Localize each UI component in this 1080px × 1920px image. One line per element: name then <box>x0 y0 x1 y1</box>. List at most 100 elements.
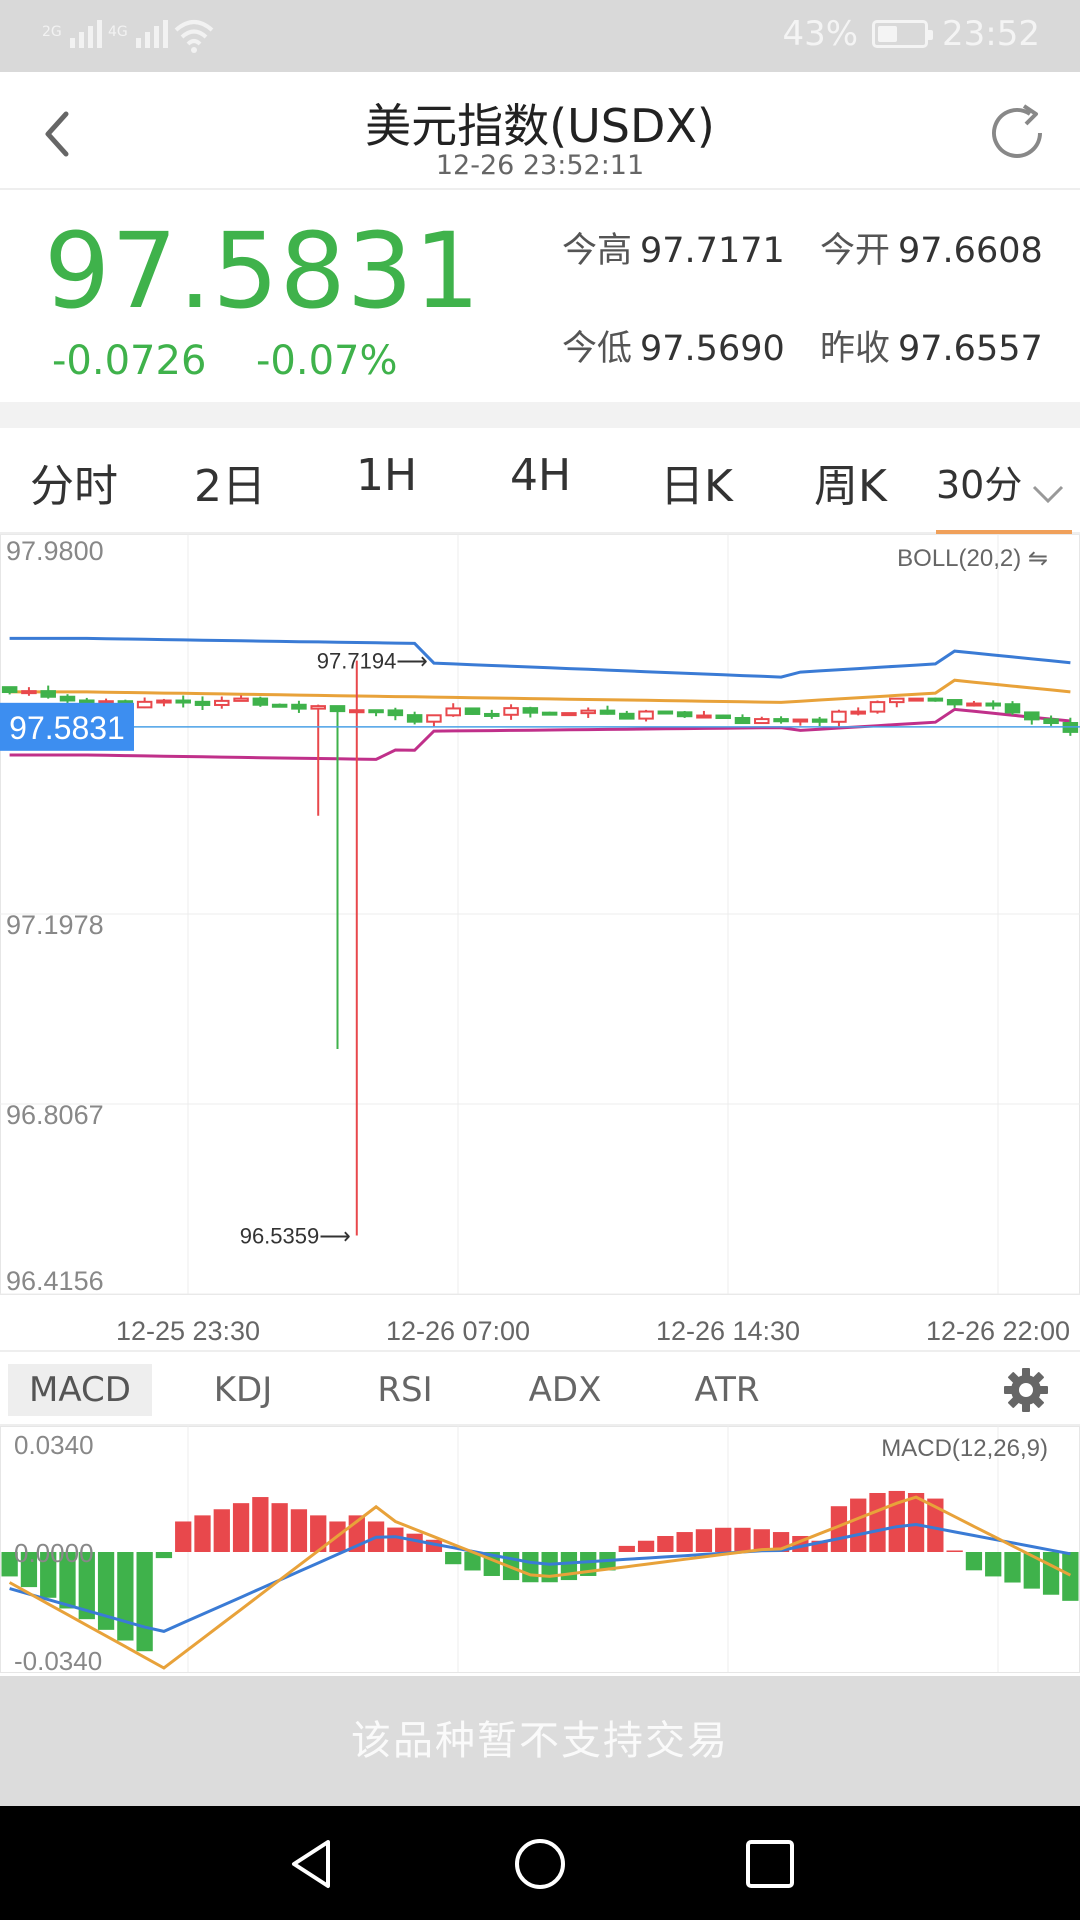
tab-1h[interactable]: 1H <box>356 450 417 501</box>
macd-bar <box>637 1540 655 1552</box>
tab-30min-dropdown[interactable]: 30分 <box>936 454 1072 534</box>
tab-kdj[interactable]: KDJ <box>178 1364 308 1416</box>
macd-bar <box>695 1529 713 1552</box>
candle-body <box>1024 711 1040 721</box>
candlestick-chart[interactable]: 97.5831 97.9800 97.1978 96.8067 96.4156 12-2… <box>0 534 1080 1354</box>
candle-body <box>21 690 37 695</box>
nav-recents-icon[interactable] <box>742 1836 798 1892</box>
candle-body <box>676 711 693 718</box>
stat-open: 今开 97.6608 <box>820 231 1043 271</box>
candle-body <box>869 701 886 713</box>
macd-bar <box>985 1552 1002 1577</box>
macd-bar <box>232 1503 250 1552</box>
candle-body <box>927 697 944 702</box>
y-axis-label: 96.8067 <box>6 1100 104 1130</box>
candle-body <box>792 718 809 723</box>
tab-fenshi[interactable]: 分时 <box>30 450 118 514</box>
candle-body <box>175 699 191 704</box>
chevron-down-icon <box>1033 485 1064 503</box>
trade-unavailable-banner: 该品种暂不支持交易 <box>0 1676 1080 1806</box>
candle-body <box>696 714 712 719</box>
candle-body <box>503 707 519 716</box>
current-price-tag-text: 97.5831 <box>9 710 125 746</box>
x-axis-label: 12-26 07:00 <box>386 1316 530 1346</box>
candle-body <box>831 710 847 723</box>
nav-back-icon[interactable] <box>284 1836 340 1892</box>
macd-bar <box>522 1552 539 1583</box>
nav-home-icon[interactable] <box>512 1836 568 1892</box>
tab-4h[interactable]: 4H <box>510 450 571 501</box>
candle-body <box>79 699 95 704</box>
candle-body <box>889 697 905 704</box>
candle-body <box>406 714 423 723</box>
tab-atr[interactable]: ATR <box>662 1364 792 1416</box>
candle-body <box>464 707 481 715</box>
macd-bar <box>869 1492 886 1552</box>
tab-macd[interactable]: MACD <box>8 1364 152 1416</box>
tab-weekly-k[interactable]: 周K <box>814 450 887 514</box>
clock: 23:52 <box>942 14 1040 54</box>
candle-body <box>811 718 828 723</box>
candle-body <box>541 711 558 716</box>
macd-bar <box>1042 1552 1060 1595</box>
signal-4g-icon: 4G <box>108 14 180 50</box>
candle-body <box>426 714 442 723</box>
macd-bar <box>1004 1552 1021 1583</box>
refresh-icon[interactable] <box>984 100 1050 166</box>
candle-body <box>387 709 404 717</box>
tab-adx[interactable]: ADX <box>500 1364 630 1416</box>
candle-body <box>946 699 963 706</box>
macd-bar <box>175 1521 192 1552</box>
macd-bar <box>271 1503 288 1552</box>
candle-body <box>291 703 307 710</box>
candle-body <box>310 705 326 710</box>
candle-body <box>1043 718 1059 725</box>
boll-lower-line <box>9 707 1071 761</box>
stat-low: 今低 97.5690 <box>562 329 785 369</box>
macd-bar <box>290 1509 308 1552</box>
candle-body <box>754 718 770 725</box>
x-axis-label: 12-26 22:00 <box>926 1316 1070 1346</box>
battery-percent: 43% <box>782 14 859 54</box>
gear-icon[interactable] <box>1000 1364 1052 1416</box>
macd-bar <box>907 1492 925 1552</box>
price-change: -0.0726 <box>52 338 207 384</box>
tab-rsi[interactable]: RSI <box>340 1364 470 1416</box>
candle-body <box>194 700 211 706</box>
system-nav-bar <box>0 1806 1080 1920</box>
candle-body <box>522 707 539 714</box>
y-axis-label: 97.9800 <box>6 536 104 566</box>
candle-body <box>233 697 249 702</box>
candle-body <box>985 702 1001 707</box>
candle-body <box>214 699 230 706</box>
macd-label: MACD(12,26,9) <box>881 1435 1048 1462</box>
candle-body <box>484 712 500 717</box>
tab-daily-k[interactable]: 日K <box>660 450 733 514</box>
y-axis-label: 96.4156 <box>6 1266 104 1296</box>
boll-upper-line <box>9 636 1071 679</box>
stat-high: 今高 97.7171 <box>562 231 785 271</box>
candle-body <box>59 695 76 702</box>
macd-chart[interactable]: 0.0340 0.0000 -0.0340 MACD(12,26,9) <box>0 1426 1080 1676</box>
macd-bar <box>618 1545 635 1552</box>
macd-bar <box>252 1497 269 1552</box>
wifi-icon <box>174 20 214 53</box>
x-axis-label: 12-26 14:30 <box>656 1316 800 1346</box>
candle-body <box>1 686 18 694</box>
candle-body <box>908 697 924 702</box>
macd-bar <box>155 1552 173 1559</box>
quote-panel: 97.5831 -0.0726 -0.07% 今高 97.7171 今开 97.66… <box>0 190 1080 402</box>
macd-bar <box>387 1527 404 1552</box>
quote-datetime: 12-26 23:52:11 <box>435 150 645 181</box>
candles: 97.5831 <box>0 660 1080 1236</box>
candle-body <box>580 709 596 715</box>
tab-2day[interactable]: 2日 <box>194 450 266 514</box>
macd-bar <box>1062 1552 1079 1601</box>
macd-y-label: 0.0340 <box>14 1430 94 1460</box>
last-price: 97.5831 <box>44 210 482 332</box>
candle-body <box>561 712 577 717</box>
divider <box>0 402 1080 428</box>
macd-bar <box>946 1550 963 1552</box>
y-axis-label: 97.1978 <box>6 910 104 940</box>
candle-body <box>329 705 346 713</box>
